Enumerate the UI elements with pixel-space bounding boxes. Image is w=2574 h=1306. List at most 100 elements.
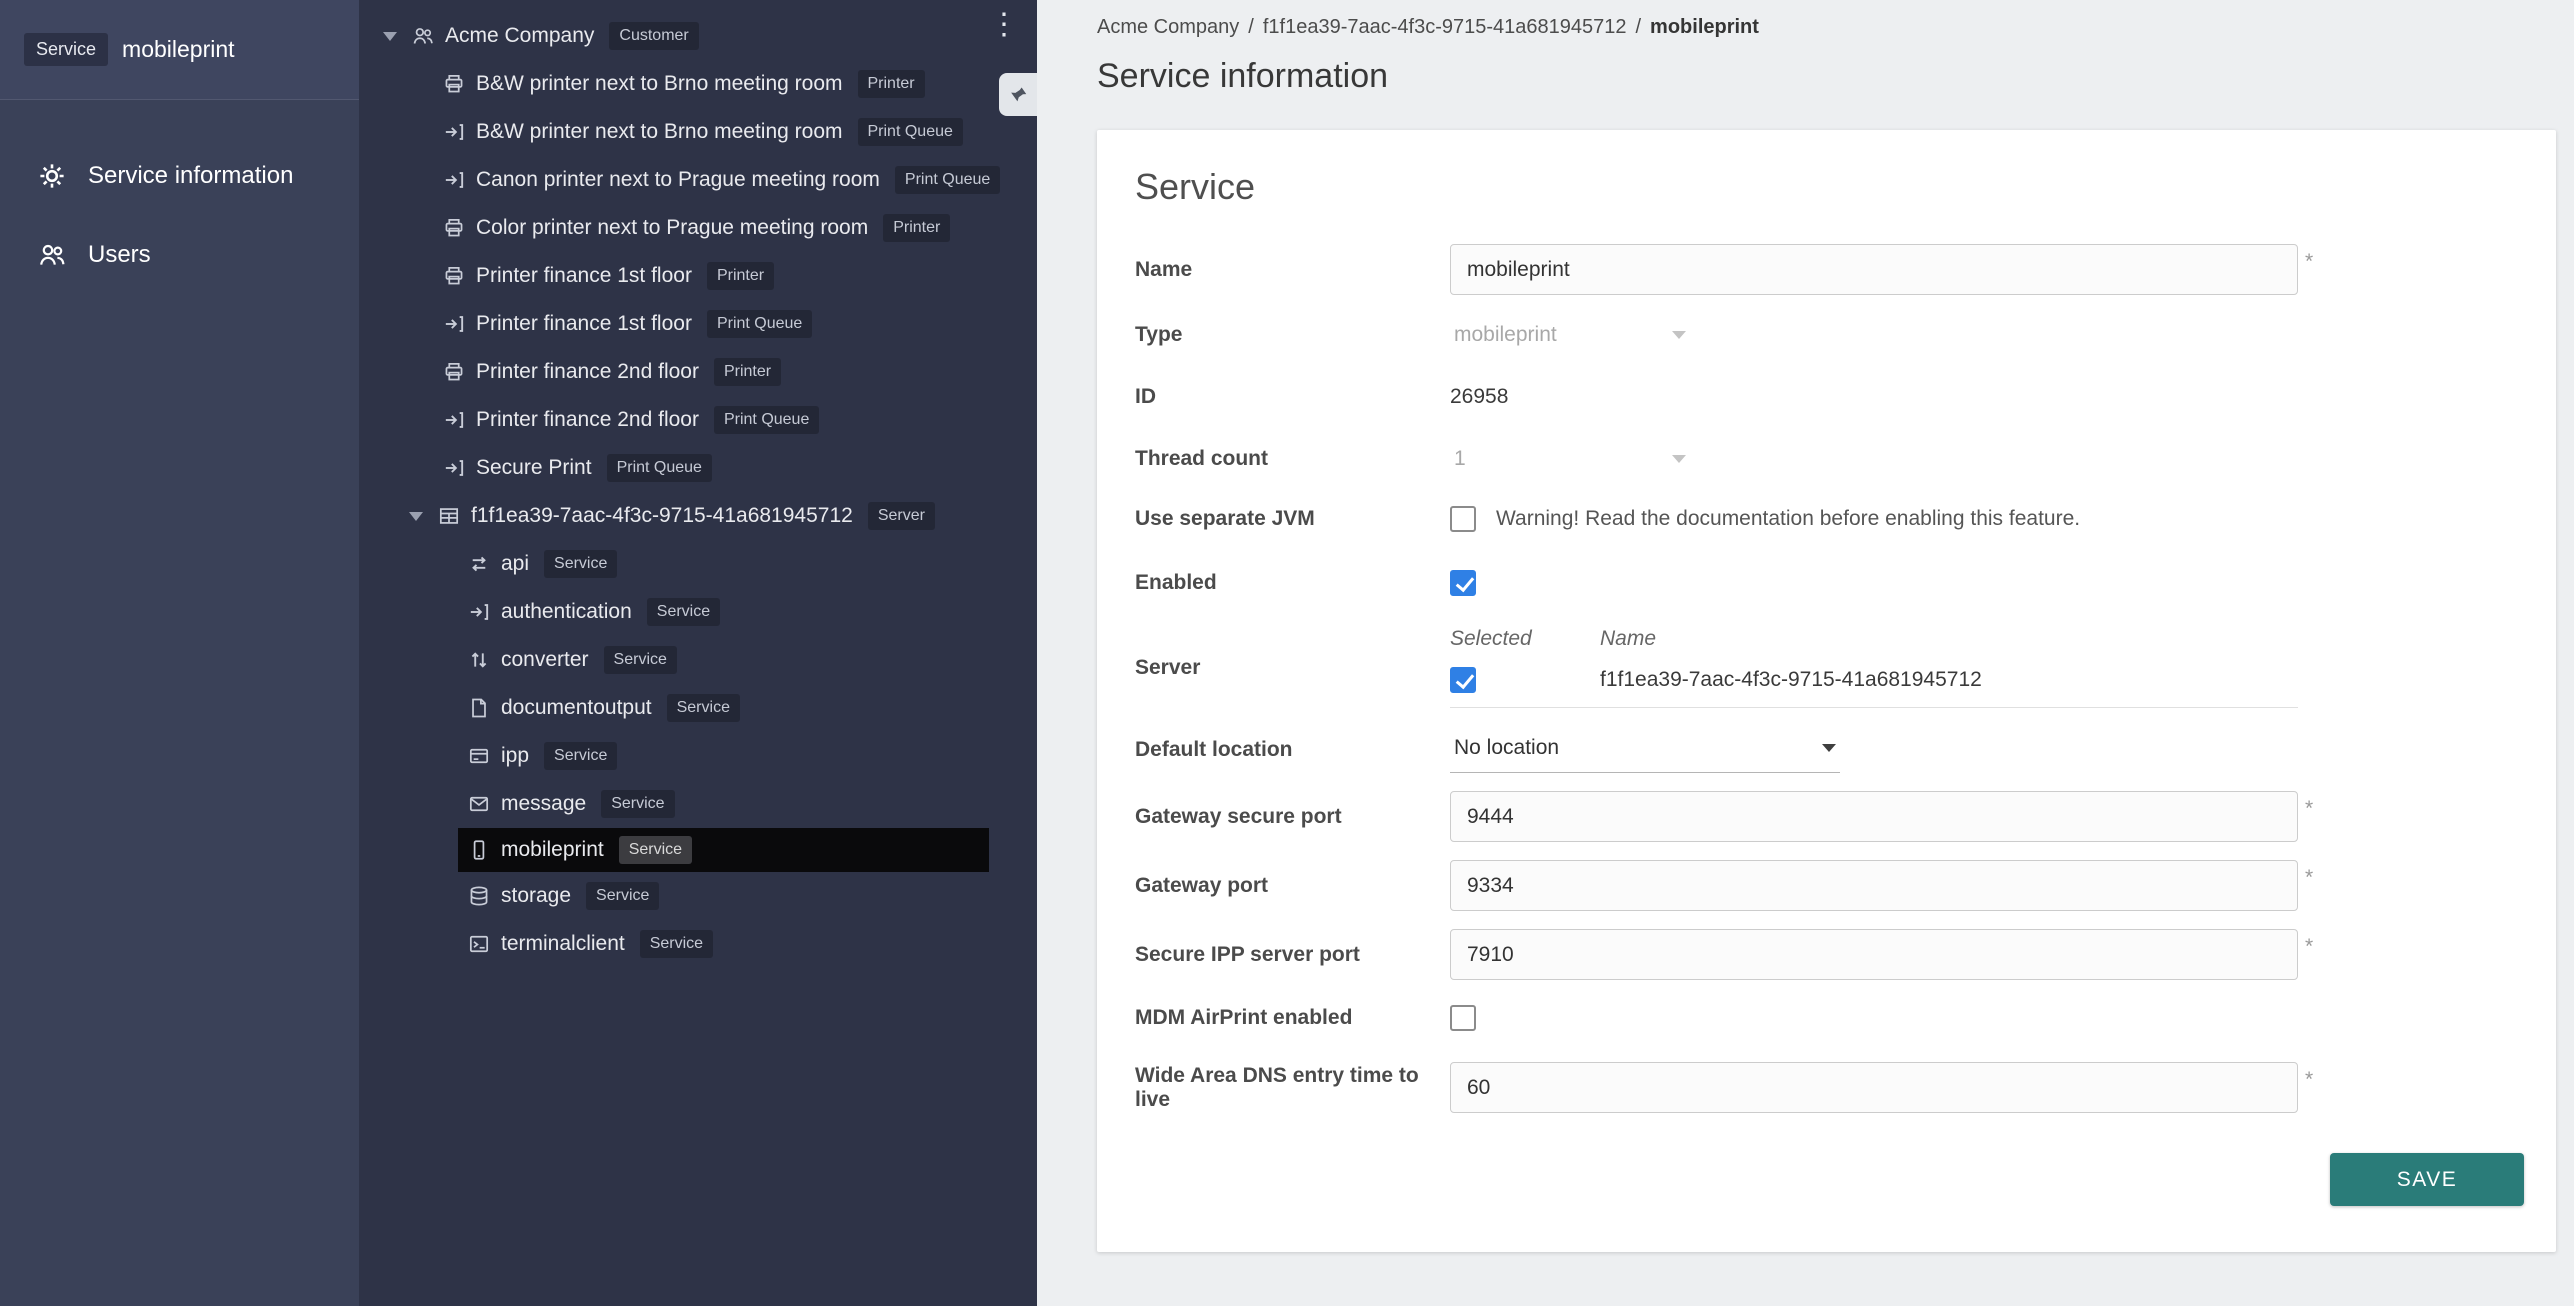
tree-item-print-queue[interactable]: Secure Print Print Queue — [359, 444, 1037, 492]
sidebar-nav: Service information Users — [0, 100, 359, 294]
gateway-secure-port-input[interactable] — [1450, 791, 2298, 842]
tree-item-service-mobileprint-selected[interactable]: mobileprint Service — [458, 828, 989, 872]
pin-icon — [1006, 83, 1029, 106]
form-row-id: ID 26958 — [1135, 375, 2524, 419]
tree-item-label: Acme Company — [445, 24, 594, 48]
sidebar-header: Service mobileprint — [0, 0, 359, 100]
breadcrumb-customer[interactable]: Acme Company — [1097, 16, 1239, 39]
tree-item-print-queue[interactable]: Printer finance 1st floor Print Queue — [359, 300, 1037, 348]
tree-item-service-terminalclient[interactable]: terminalclient Service — [359, 920, 1037, 968]
tree-item-print-queue[interactable]: B&W printer next to Brno meeting room Pr… — [359, 108, 1037, 156]
tree-item-print-queue[interactable]: Canon printer next to Prague meeting roo… — [359, 156, 1037, 204]
default-location-select[interactable]: No location — [1450, 726, 1840, 773]
printer-icon — [443, 361, 465, 383]
section-title: Service — [1135, 166, 2524, 208]
secure-ipp-server-port-input[interactable] — [1450, 929, 2298, 980]
field-label-gateway-port: Gateway port — [1135, 874, 1450, 898]
chevron-down-icon — [1822, 744, 1836, 752]
print-queue-icon — [443, 313, 465, 335]
service-badge: Service — [647, 598, 720, 626]
print-queue-icon — [443, 457, 465, 479]
print-queue-icon — [443, 409, 465, 431]
tree-item-printer[interactable]: Printer finance 1st floor Printer — [359, 252, 1037, 300]
tree-item-service-api[interactable]: api Service — [359, 540, 1037, 588]
required-marker: * — [2305, 866, 2313, 890]
tree-item-label: documentoutput — [501, 696, 652, 720]
chevron-down-icon — [1672, 455, 1686, 463]
thread-count-select: 1 — [1450, 437, 1690, 481]
breadcrumb-current: mobileprint — [1650, 16, 1759, 39]
sidebar-item-users[interactable]: Users — [0, 215, 359, 294]
id-value: 26958 — [1450, 385, 1508, 409]
tree-item-label: Secure Print — [476, 456, 592, 480]
customer-icon — [412, 25, 434, 47]
tree-item-label: authentication — [501, 600, 632, 624]
enabled-checkbox[interactable] — [1450, 570, 1476, 596]
main-content: Acme Company / f1f1ea39-7aac-4f3c-9715-4… — [1037, 0, 2574, 1306]
sidebar-item-service-information[interactable]: Service information — [0, 136, 359, 215]
form-row-enabled: Enabled — [1135, 563, 2524, 603]
form-row-mdm-airprint: MDM AirPrint enabled — [1135, 998, 2524, 1038]
required-marker: * — [2305, 797, 2313, 821]
save-row: SAVE — [1135, 1153, 2524, 1252]
field-label-mdm-airprint: MDM AirPrint enabled — [1135, 1006, 1450, 1030]
app-window: Service mobileprint Service information … — [0, 0, 2574, 1306]
collapse-icon[interactable] — [383, 32, 397, 41]
server-selected-checkbox[interactable] — [1450, 667, 1476, 693]
tree-item-service-storage[interactable]: storage Service — [359, 872, 1037, 920]
pin-button[interactable] — [999, 73, 1037, 116]
printer-icon — [443, 217, 465, 239]
service-card: Service Name * Type mobileprint — [1097, 130, 2556, 1252]
print-queue-badge: Print Queue — [714, 406, 819, 434]
tree-item-label: Printer finance 1st floor — [476, 264, 692, 288]
tree-item-server[interactable]: f1f1ea39-7aac-4f3c-9715-41a681945712 Ser… — [359, 492, 1037, 540]
tree-item-label: converter — [501, 648, 589, 672]
tree-root-customer[interactable]: Acme Company Customer — [359, 12, 1037, 60]
server-col-selected: Selected — [1450, 627, 1600, 651]
printer-badge: Printer — [707, 262, 774, 290]
tree-item-printer[interactable]: B&W printer next to Brno meeting room Pr… — [359, 60, 1037, 108]
tree-item-service-ipp[interactable]: ipp Service — [359, 732, 1037, 780]
save-button[interactable]: SAVE — [2330, 1153, 2524, 1206]
name-input[interactable] — [1450, 244, 2298, 295]
mdm-airprint-checkbox[interactable] — [1450, 1005, 1476, 1031]
tree-item-print-queue[interactable]: Printer finance 2nd floor Print Queue — [359, 396, 1037, 444]
breadcrumb-server[interactable]: f1f1ea39-7aac-4f3c-9715-41a681945712 — [1263, 16, 1627, 39]
server-badge: Server — [868, 502, 935, 530]
collapse-icon[interactable] — [409, 512, 423, 521]
server-col-name: Name — [1600, 627, 2298, 651]
printer-badge: Printer — [858, 70, 925, 98]
tree-item-printer[interactable]: Printer finance 2nd floor Printer — [359, 348, 1037, 396]
sign-in-icon — [468, 601, 490, 623]
tree-item-label: Printer finance 2nd floor — [476, 360, 699, 384]
chevron-down-icon — [1672, 331, 1686, 339]
tree-item-service-authentication[interactable]: authentication Service — [359, 588, 1037, 636]
tree-item-label: storage — [501, 884, 571, 908]
form-row-thread-count: Thread count 1 — [1135, 437, 2524, 481]
server-table-row: f1f1ea39-7aac-4f3c-9715-41a681945712 — [1450, 667, 2298, 708]
tree-item-service-message[interactable]: message Service — [359, 780, 1037, 828]
field-label-wide-area-dns: Wide Area DNS entry time to live — [1135, 1064, 1450, 1112]
server-table: Selected Name f1f1ea39-7aac-4f3c-9715-41… — [1450, 627, 2298, 708]
type-select-value: mobileprint — [1454, 323, 1557, 347]
field-label-gateway-secure-port: Gateway secure port — [1135, 805, 1450, 829]
tree-item-service-converter[interactable]: converter Service — [359, 636, 1037, 684]
tree-item-printer[interactable]: Color printer next to Prague meeting roo… — [359, 204, 1037, 252]
message-icon — [468, 793, 490, 815]
service-badge: Service — [667, 694, 740, 722]
wide-area-dns-input[interactable] — [1450, 1062, 2298, 1113]
sort-icon — [468, 649, 490, 671]
service-badge: Service — [619, 836, 692, 864]
tree-item-service-documentoutput[interactable]: documentoutput Service — [359, 684, 1037, 732]
required-marker: * — [2305, 250, 2313, 274]
gateway-port-input[interactable] — [1450, 860, 2298, 911]
service-badge: Service — [586, 882, 659, 910]
service-badge: Service — [640, 930, 713, 958]
field-label-enabled: Enabled — [1135, 571, 1450, 595]
default-location-value: No location — [1454, 736, 1559, 760]
tree-menu-dots-icon[interactable]: ⋮ — [989, 10, 1019, 40]
form-row-type: Type mobileprint — [1135, 313, 2524, 357]
database-icon — [468, 885, 490, 907]
print-queue-icon — [443, 121, 465, 143]
use-separate-jvm-checkbox[interactable] — [1450, 506, 1476, 532]
